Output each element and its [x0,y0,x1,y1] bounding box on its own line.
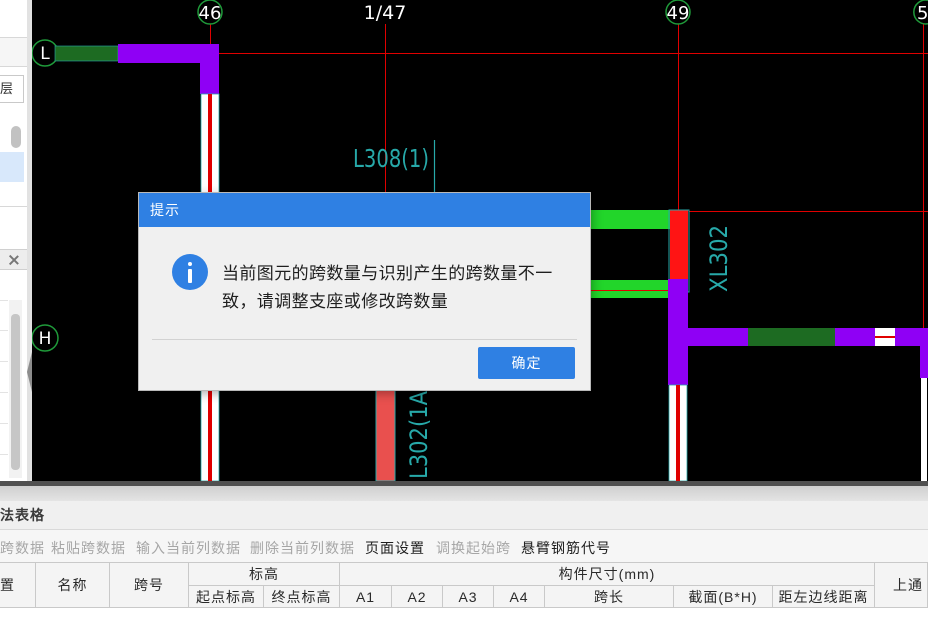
table-header-cell[interactable]: 跨长 [545,586,674,608]
table-header-group: 标高 [189,563,340,586]
list-row-line [0,392,8,393]
toolbar-copy-span-data[interactable]: 跨数据 [0,538,45,558]
table-header-cell[interactable]: A3 [443,586,494,608]
table-body[interactable] [0,608,928,628]
list-row-line [0,454,8,455]
left-panel-divider [0,66,27,67]
beam-purple [895,328,928,346]
left-panel: 层 [0,0,27,481]
close-icon[interactable] [9,255,19,265]
info-icon-bar [188,269,192,283]
list-row-line [0,300,8,301]
beam-white [921,378,927,481]
table-header-cell[interactable]: A1 [340,586,392,608]
table-header-cell[interactable]: 截面(B*H) [674,586,773,608]
beam-label: XL302 [705,225,733,292]
collapse-arrow-icon[interactable] [27,352,32,392]
beam-centerline [676,385,680,481]
info-icon [172,254,208,290]
table-header-cell[interactable]: 终点标高 [264,586,340,608]
left-panel-row[interactable] [0,38,27,66]
table-header-cell[interactable]: 置 [0,563,36,608]
beam-label: L308(1) [353,144,429,173]
dialog-title: 提示 [150,202,180,218]
panel-splitter[interactable] [27,0,32,481]
toolbar-paste-span-data[interactable]: 粘贴跨数据 [51,538,126,558]
beam-centerline [875,336,895,338]
list-row-line [0,330,8,331]
column-purple [920,346,928,378]
axis-bubble-1-47: 1/47 [364,2,407,24]
info-icon-dot [188,262,192,266]
axis-bubble-h: H [31,324,59,352]
table-header-cell[interactable]: 距左边线距离 [773,586,875,608]
toolbar-cantilever-rebar-code[interactable]: 悬臂钢筋代号 [521,538,611,558]
beam-salmon [375,389,396,481]
scrollbar-thumb[interactable] [11,314,20,470]
axis-label-top: 49 [667,3,690,24]
scrollbar-thumb[interactable] [11,126,21,148]
panel-title: 法表格 [0,507,45,523]
axis-label-top: 5 [917,3,928,24]
table-header-cell[interactable]: A4 [494,586,545,608]
beam-red-block [670,210,688,280]
axis-bubble-46: 46 [197,0,223,25]
beam-label: L302(1A [405,390,433,479]
beam-dark-green [54,45,119,62]
panel-header [0,249,27,270]
table-header-cell[interactable]: 上通 [875,563,928,608]
dialog-separator [152,339,577,340]
floor-label: 层 [0,81,14,96]
panel-resize-strip[interactable] [0,486,928,501]
beam-purple [688,328,748,346]
axis-bubble-49: 49 [665,0,691,25]
floor-field[interactable]: 层 [0,75,24,103]
axis-label-top: 1/47 [364,2,407,24]
beam-purple [835,328,875,346]
table-header-cell[interactable]: 名称 [36,563,110,608]
axis-label-side: H [39,329,52,349]
list-row-line [0,423,8,424]
table-header-cell[interactable]: 起点标高 [189,586,264,608]
table-header-group: 构件尺寸(mm) [340,563,875,586]
column-purple [668,279,688,385]
toolbar-page-setup[interactable]: 页面设置 [365,538,425,558]
axis-label-side: L [40,44,50,64]
axis-bubble-l: L [31,39,59,67]
beam-green [590,280,668,298]
dialog-titlebar[interactable]: 提示 [139,193,590,227]
left-panel-divider [0,206,27,207]
dialog-message-line: 致，请调整支座或修改跨数量 [222,292,449,311]
axis-label-top: 46 [199,3,222,24]
toolbar-input-column-data[interactable]: 输入当前列数据 [136,538,241,558]
list-row-line [0,361,8,362]
column-purple [200,44,219,94]
beam-dark-green [748,328,835,346]
toolbar-swap-start-span[interactable]: 调换起始跨 [436,538,511,558]
message-dialog: 提示 当前图元的跨数量与识别产生的跨数量不一 致，请调整支座或修改跨数量 确定 [139,193,590,390]
beam-green [590,210,680,229]
table-header-cell[interactable]: A2 [392,586,443,608]
dialog-message-line: 当前图元的跨数量与识别产生的跨数量不一 [222,264,553,283]
toolbar-delete-column-data[interactable]: 删除当前列数据 [250,538,355,558]
ok-button[interactable]: 确定 [478,347,575,379]
table-header-cell[interactable]: 跨号 [110,563,189,608]
selected-row[interactable] [0,152,24,182]
bottom-panel: 法表格 跨数据 粘贴跨数据 输入当前列数据 删除当前列数据 页面设置 调换起始跨… [0,501,928,628]
